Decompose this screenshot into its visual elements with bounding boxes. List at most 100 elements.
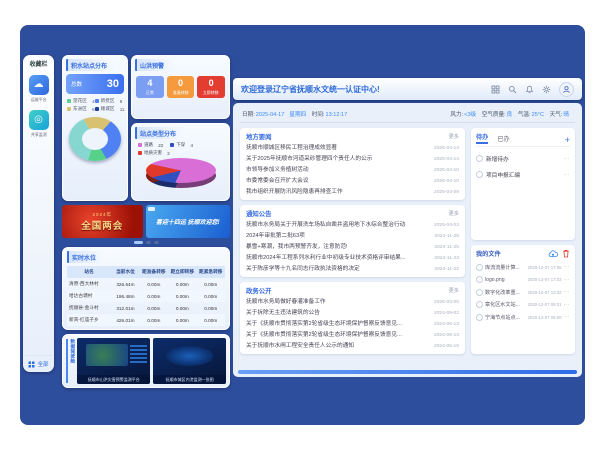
welcome-bar: 欢迎登录辽宁省抚顺水文统一认证中心! (233, 78, 582, 100)
file-item[interactable]: logo.png 2020-12-07 17:03 (476, 276, 570, 283)
item-menu-icon[interactable] (564, 156, 571, 162)
grid-icon (28, 361, 35, 368)
news-item[interactable]: 市委常委会召开扩大会议2025-04-10 (246, 175, 459, 184)
pie-legend: 道路 22 下穿 4 地质灾害 2 (138, 142, 226, 156)
sidebar-item-ops-platform[interactable]: ☁ 运维平台 (29, 75, 49, 103)
donut-hole (82, 128, 108, 150)
news-item[interactable]: 抚顺市2024年工程系列水利行业中初级专业技术资格评审结果...2024-11-… (246, 252, 459, 261)
banner-carousel: 2024年 全国两会 喜迎十四运 抚顺欢迎您! (62, 205, 230, 238)
avatar[interactable] (559, 82, 574, 97)
sidebar-title: 收藏栏 (29, 59, 47, 68)
more-link[interactable]: 更多 (449, 210, 459, 217)
pie-chart-3d (146, 158, 216, 190)
gear-icon[interactable] (542, 85, 551, 94)
thumbnail-caption: 抚顺市山洪灾害预警监测平台 (77, 375, 150, 384)
welcome-text: 欢迎登录辽宁省抚顺水文统一认证中心! (241, 84, 380, 95)
item-menu-icon[interactable] (564, 289, 571, 295)
item-menu-icon[interactable] (564, 264, 571, 270)
section-notices: 通知公告 更多 抚顺市水务局关于开展洗车场私自凿井盗用地下水综合整治行动2025… (240, 205, 465, 277)
cloud-upload-icon[interactable] (548, 250, 558, 258)
banner-text: 喜迎十四运 抚顺欢迎您! (156, 217, 220, 226)
item-menu-icon[interactable] (564, 314, 571, 320)
warning-boxes: 4 正常 0 准备转移 0 立即转移 (135, 76, 226, 98)
thumbnail-chart-graphic (130, 345, 146, 363)
item-menu-icon[interactable] (564, 277, 571, 283)
more-link[interactable]: 更多 (449, 133, 459, 140)
cloud-icon: ☁ (29, 75, 49, 95)
thumbnail-urban-waterlogging-map[interactable]: 抚顺市城区内涝监测一张图 (153, 338, 226, 384)
checkbox[interactable] (476, 264, 483, 271)
todo-item[interactable]: 新增待办 (476, 154, 570, 163)
news-item[interactable]: 关于《抚顺市贯彻落实第2轮省级生态环境保护督察反馈意见...2024-06-13 (246, 329, 459, 338)
banner-logo (148, 207, 155, 211)
carousel-dot[interactable] (146, 241, 151, 244)
news-item[interactable]: 2024年审批第二批63项2024-11-28 (246, 230, 459, 239)
checkbox[interactable] (476, 171, 483, 178)
todo-item[interactable]: 项目申报汇编 (476, 170, 570, 179)
file-item[interactable]: 库流流量计算... 2020-12-07 17:06 (476, 264, 570, 271)
news-item[interactable]: 暴雪+寒潮，我市两预警齐发，注意防范!2024-11-25 (246, 241, 459, 250)
warning-box-prepare: 0 准备转移 (167, 76, 195, 98)
donut-chart (69, 117, 121, 161)
news-item[interactable]: 抚顺市顺城区移民工程治理成效显著2025-04-14 (246, 142, 459, 151)
news-item[interactable]: 关于抚顺市水闸工程安全责任人公示的通知2024-06-19 (246, 340, 459, 349)
item-menu-icon[interactable] (564, 302, 571, 308)
search-icon[interactable] (508, 85, 517, 94)
panel-data-cockpit: 数据驾驶舱 抚顺市山洪灾害预警监测平台 抚顺市城区内涝监测一张图 (62, 334, 230, 388)
sidebar-item-shared-monitoring[interactable]: ◎ 共享监测 (29, 110, 49, 138)
dashboard-left-column: 积水站点分布 总数 30 望花区 4 新抚区 9 东洲区 6 顺城区 11 (62, 55, 230, 388)
checkbox[interactable] (476, 289, 483, 296)
panel-flood-station-distribution: 积水站点分布 总数 30 望花区 4 新抚区 9 东洲区 6 顺城区 11 (62, 55, 128, 201)
banner-two-sessions[interactable]: 2024年 全国两会 (62, 205, 143, 238)
file-item[interactable]: 章化区水文站... 2020-12-07 09:01 (476, 301, 570, 308)
thumbnail-mountain-flood-platform[interactable]: 抚顺市山洪灾害预警监测平台 (77, 338, 150, 384)
trash-icon[interactable] (562, 249, 570, 258)
news-item[interactable]: 抚顺市水务局做好春灌准备工作2025-03-05 (246, 296, 459, 305)
news-item[interactable]: 关于陈彦学等十九名同志行政执法资格的决定2024-11-22 (246, 263, 459, 272)
news-item[interactable]: 关于《抚顺市贯彻落实第2轮省级生态环境保护督察反馈意见...2024-06-13 (246, 318, 459, 327)
main-panel: 日期:2025-04-17星期四 时间:13:12:17 风力:<3级 空气质量… (233, 103, 582, 377)
add-todo-button[interactable]: + (565, 137, 570, 144)
panel-mountain-flood-warning: 山洪预警 4 正常 0 准备转移 0 立即转移 (131, 55, 230, 119)
sidebar-all-label: 全部 (37, 360, 48, 368)
app-window: 收藏栏 ☁ 运维平台 ◎ 共享监测 全部 积水站点分布 总数 30 望花区 4 (20, 25, 585, 425)
screenshot-root: 收藏栏 ☁ 运维平台 ◎ 共享监测 全部 积水站点分布 总数 30 望花区 4 (0, 0, 600, 450)
thumbnail-city-graphic (166, 346, 213, 365)
carousel-dot-active[interactable] (134, 241, 143, 244)
checkbox[interactable] (476, 276, 483, 283)
checkbox[interactable] (476, 301, 483, 308)
monitor-icon: ◎ (29, 110, 49, 130)
news-item[interactable]: 关于2025年抚顺市河道采砂管理四个责任人的公示2025-04-14 (246, 153, 459, 162)
cockpit-vertical-label: 数据驾驶舱 (66, 339, 74, 383)
warning-box-normal: 4 正常 (136, 76, 164, 98)
item-menu-icon[interactable] (564, 172, 571, 178)
tab-todo[interactable]: 待办 (476, 132, 488, 144)
news-column: 地方要闻 更多 抚顺市顺城区移民工程治理成效显著2025-04-14 关于202… (240, 128, 465, 354)
checkbox[interactable] (476, 155, 483, 162)
bell-icon[interactable] (525, 85, 534, 94)
panel-title: 实时水位 (67, 251, 104, 263)
pie-top-face (146, 158, 216, 183)
news-item[interactable]: 关于拆除无主违法建筑的公告2024-09-02 (246, 307, 459, 316)
total-value: 30 (107, 78, 119, 90)
header-actions (491, 82, 574, 97)
banner-games-welcome[interactable]: 喜迎十四运 抚顺欢迎您! (146, 205, 231, 238)
news-item[interactable]: 抚顺市水务局关于开展洗车场私自凿井盗用地下水综合整治行动2025-04-03 (246, 219, 459, 228)
news-item[interactable]: 市领导参加义务植树活动2025-04-10 (246, 164, 459, 173)
legend-item: 道路 22 (138, 142, 163, 148)
section-title: 地方要闻 (246, 132, 272, 141)
table-header-row: 站名当前水位 距准备转移距立即转移 距紧急转移 (67, 266, 225, 278)
panel-title: 山洪预警 (135, 59, 172, 71)
more-link[interactable]: 更多 (449, 287, 459, 294)
sidebar-all-button[interactable]: 全部 (25, 355, 52, 368)
file-item[interactable]: 数字化改革重... 2020-12-07 13:32 (476, 289, 570, 296)
panel-realtime-water-level: 实时水位 站名当前水位 距准备转移距立即转移 距紧急转移 清原-西大林村326.… (62, 247, 230, 330)
news-item[interactable]: 我市组织开展防汛风险隐患再排查工作2025-04-09 (246, 186, 459, 195)
tab-done[interactable]: 已办 (497, 134, 509, 144)
apps-icon[interactable] (491, 85, 500, 94)
total-label: 总数 (71, 80, 82, 88)
thumbnail-map-graphic (86, 344, 128, 366)
carousel-dot[interactable] (154, 241, 159, 244)
checkbox[interactable] (476, 314, 483, 321)
file-item[interactable]: 宁海节点站点... 2020-12-07 09:00 (476, 314, 570, 321)
